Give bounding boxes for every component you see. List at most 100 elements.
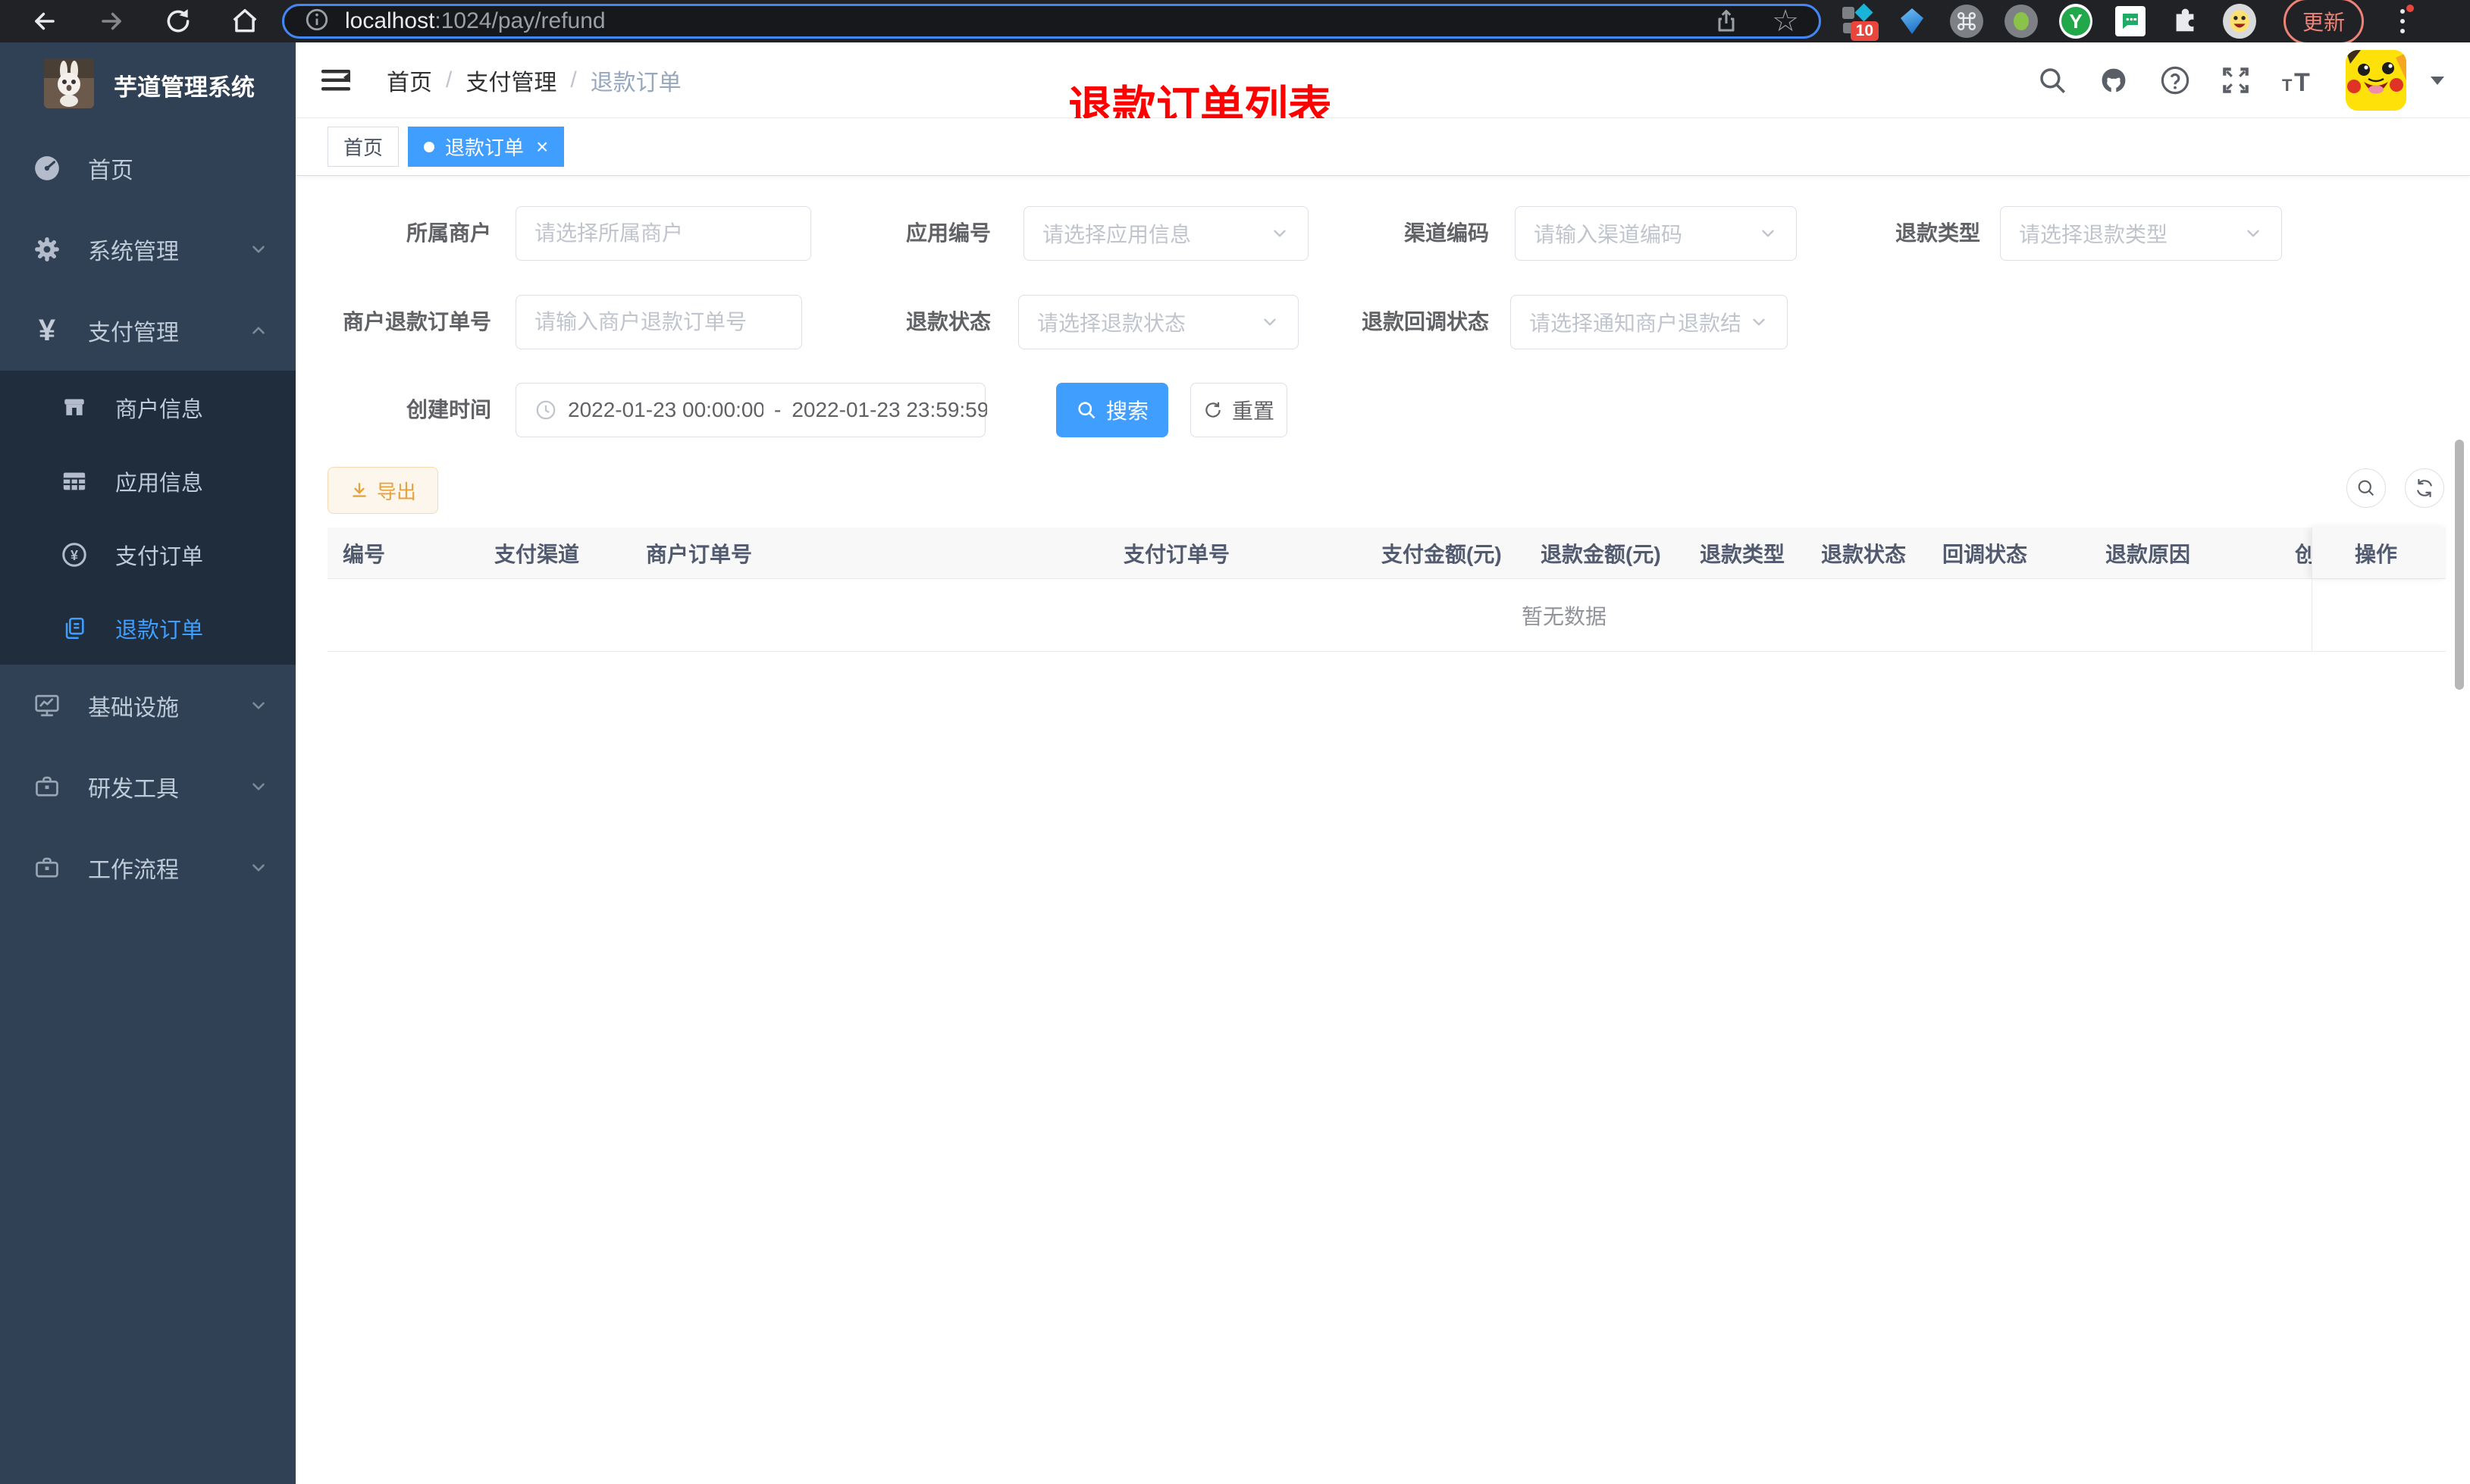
select-placeholder: 请输入渠道编码 <box>1534 223 1683 246</box>
logo-image <box>44 58 94 112</box>
notify-status-select[interactable]: 请选择通知商户退款结果的回调状态 <box>1510 295 1788 349</box>
table-icon <box>58 468 91 494</box>
main-area: 首页 / 支付管理 / 退款订单 退款订单列表 TT 首页 退款订单 × 所属商… <box>296 42 2470 1484</box>
refund-table: 编号 支付渠道 商户订单号 支付订单号 支付金额(元) 退款金额(元) 退款类型… <box>328 528 2446 652</box>
export-button[interactable]: 导出 <box>328 467 438 514</box>
active-dot <box>424 141 435 152</box>
search-icon[interactable] <box>2036 64 2068 96</box>
briefcase-icon <box>30 854 64 881</box>
avatar-caret-down-icon[interactable] <box>2431 76 2444 85</box>
filter-label-app: 应用编号 <box>905 221 991 245</box>
sidebar-item-label: 商户信息 <box>115 397 204 422</box>
browser-nav-buttons <box>0 7 282 36</box>
end-date-value[interactable]: 2022-01-23 23:59:59 <box>791 398 987 422</box>
chevron-down-icon <box>1749 312 1769 332</box>
svg-text:¥: ¥ <box>71 547 78 562</box>
tab-refund-order[interactable]: 退款订单 × <box>408 127 565 167</box>
sidebar-item-label: 工作流程 <box>88 857 179 883</box>
close-icon[interactable]: × <box>536 136 548 158</box>
merchant-input[interactable] <box>516 206 811 261</box>
sidebar-item-refund-order[interactable]: 退款订单 <box>0 591 296 665</box>
refund-status-select[interactable]: 请选择退款状态 <box>1018 295 1299 349</box>
monitor-chart-icon <box>30 692 64 719</box>
sidebar-item-merchant-info[interactable]: 商户信息 <box>0 371 296 444</box>
breadcrumb-payment[interactable]: 支付管理 <box>465 64 556 97</box>
toggle-search-button[interactable] <box>2346 468 2386 508</box>
merchant-refund-no-input[interactable] <box>516 295 802 349</box>
help-icon[interactable] <box>2159 64 2191 96</box>
page-content: 所属商户 应用编号 请选择应用信息 渠道编码 请输入渠道编码 退款类型 请选择退… <box>296 176 2470 1484</box>
forward-icon <box>97 7 126 36</box>
share-icon[interactable] <box>1713 8 1740 35</box>
window-scrollbar[interactable] <box>2455 440 2464 690</box>
browser-menu-icon[interactable] <box>2397 5 2415 33</box>
sidebar-item-label: 应用信息 <box>115 471 204 496</box>
navbar-actions: TT <box>2036 42 2470 118</box>
sidebar-logo[interactable]: 芋道管理系统 <box>0 42 296 127</box>
bookmark-star-icon[interactable]: ☆ <box>1772 6 1799 36</box>
collapse-sidebar-icon[interactable] <box>320 67 352 94</box>
command-extension-icon[interactable] <box>1950 5 1983 38</box>
table-header-row: 编号 支付渠道 商户订单号 支付订单号 支付金额(元) 退款金额(元) 退款类型… <box>328 528 2446 579</box>
select-placeholder: 请选择退款类型 <box>2019 223 2168 246</box>
sidebar-item-pay-order[interactable]: ¥ 支付订单 <box>0 518 296 591</box>
yen-circle-icon: ¥ <box>58 541 91 568</box>
sidebar-item-app-info[interactable]: 应用信息 <box>0 444 296 518</box>
emoji-avatar-extension-icon[interactable] <box>2223 4 2256 39</box>
search-icon <box>1076 399 1097 421</box>
grid-diamond-extension-icon[interactable]: 10 <box>1841 3 1879 41</box>
sidebar-item-label: 首页 <box>88 158 133 183</box>
clock-icon <box>534 399 557 421</box>
url-bar[interactable]: localhost:1024/pay/refund ☆ <box>282 4 1821 39</box>
select-placeholder: 请选择应用信息 <box>1042 223 1192 246</box>
breadcrumb: 首页 / 支付管理 / 退款订单 <box>387 64 682 97</box>
fullscreen-icon[interactable] <box>2220 64 2252 96</box>
column-header: 退款原因 <box>2105 542 2191 566</box>
browser-update-button[interactable]: 更新 <box>2283 0 2365 45</box>
avatar[interactable] <box>2346 50 2406 111</box>
search-button-label: 搜索 <box>1105 399 1149 423</box>
sidebar-item-infrastructure[interactable]: 基础设施 <box>0 665 296 746</box>
sidebar-item-dev-tools[interactable]: 研发工具 <box>0 746 296 827</box>
back-icon[interactable] <box>30 7 59 36</box>
sidebar-item-home[interactable]: 首页 <box>0 127 296 208</box>
chevron-down-icon <box>249 777 268 797</box>
sidebar-submenu-payment: 商户信息 应用信息 ¥ 支付订单 退款订单 <box>0 371 296 665</box>
gear-icon <box>30 235 64 264</box>
tab-home[interactable]: 首页 <box>328 127 400 167</box>
export-button-label: 导出 <box>376 480 416 503</box>
refresh-table-button[interactable] <box>2405 468 2444 508</box>
column-header: 支付金额(元) <box>1381 542 1502 566</box>
puzzle-extensions-icon[interactable] <box>2168 5 2202 38</box>
chat-extension-icon[interactable] <box>2114 5 2147 38</box>
column-header: 支付订单号 <box>1124 542 1230 566</box>
app-title: 芋道管理系统 <box>114 74 255 101</box>
select-placeholder: 请选择退款状态 <box>1037 312 1186 335</box>
chevron-down-icon <box>249 240 268 259</box>
column-header: 编号 <box>343 542 386 566</box>
app-select[interactable]: 请选择应用信息 <box>1023 206 1309 261</box>
font-size-icon[interactable]: TT <box>2280 64 2317 96</box>
page-info-icon[interactable] <box>304 7 330 36</box>
column-header-clipped: 创建时间 <box>2295 542 2312 566</box>
green-dot-extension-icon[interactable] <box>2005 5 2038 38</box>
refund-type-select[interactable]: 请选择退款类型 <box>2000 206 2282 261</box>
home-icon[interactable] <box>230 7 259 36</box>
start-date-value[interactable]: 2022-01-23 00:00:00 <box>568 398 763 422</box>
svg-text:T: T <box>2294 68 2310 96</box>
gem-extension-icon[interactable] <box>1895 5 1929 38</box>
reset-button[interactable]: 重置 <box>1190 383 1287 437</box>
search-button[interactable]: 搜索 <box>1056 383 1168 437</box>
tab-label: 退款订单 <box>445 136 525 159</box>
create-time-range-picker[interactable]: 2022-01-23 00:00:00 - 2022-01-23 23:59:5… <box>516 383 987 437</box>
sidebar-item-workflow[interactable]: 工作流程 <box>0 827 296 908</box>
filter-label-merchant: 所属商户 <box>406 221 491 245</box>
reload-icon[interactable] <box>164 7 193 36</box>
date-range-separator: - <box>774 398 782 421</box>
sidebar-item-system[interactable]: 系统管理 <box>0 208 296 290</box>
github-icon[interactable] <box>2097 64 2130 97</box>
sidebar-item-payment[interactable]: ¥ 支付管理 <box>0 290 296 371</box>
channel-select[interactable]: 请输入渠道编码 <box>1515 206 1797 261</box>
y-extension-icon[interactable]: Y <box>2059 4 2092 39</box>
breadcrumb-home[interactable]: 首页 <box>387 64 432 97</box>
